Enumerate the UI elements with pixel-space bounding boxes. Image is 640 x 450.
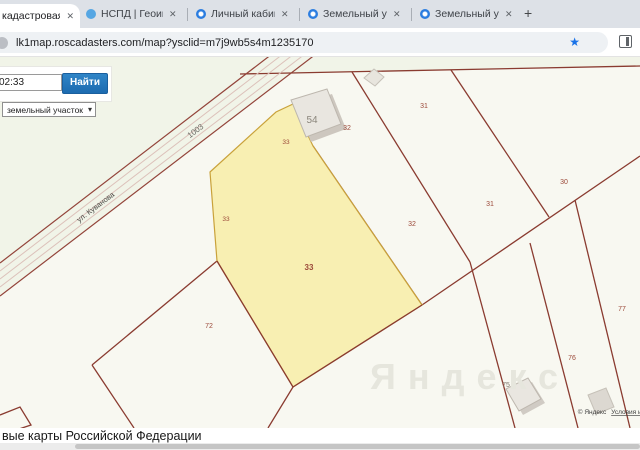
highlighted-parcel-label: 33 — [305, 263, 314, 272]
parcel-label: 32 — [408, 221, 416, 228]
tab-strip: кадастровая ка ✕ НСПД | Геоинформационн … — [0, 0, 640, 28]
building-label: 54 — [306, 115, 318, 126]
close-icon[interactable]: ✕ — [66, 11, 74, 22]
tab-title: Земельный участок, площ — [435, 8, 499, 20]
tab-title: кадастровая ка — [2, 10, 61, 22]
footer-title: вые карты Российской Федерации — [2, 429, 202, 443]
parcel-label: 72 — [205, 323, 213, 330]
site-favicon-icon — [196, 9, 206, 19]
parcel-label: 33 — [222, 216, 230, 223]
site-info-icon[interactable] — [0, 36, 8, 49]
new-tab-button[interactable]: + — [524, 5, 532, 21]
site-favicon-icon — [420, 9, 430, 19]
close-icon[interactable]: ✕ — [505, 9, 513, 20]
side-panel-icon[interactable] — [619, 35, 632, 48]
horizontal-scrollbar-thumb[interactable] — [75, 444, 640, 449]
page-footer: вые карты Российской Федерации — [0, 428, 640, 443]
watermark: Яндекс — [370, 356, 570, 397]
find-button[interactable]: Найти — [62, 73, 108, 94]
tab-cadastral-map[interactable]: кадастровая ка ✕ — [0, 4, 80, 28]
tab-land-parcel-2[interactable]: Земельный участок, площ ✕ — [420, 0, 518, 28]
cadastral-number-input[interactable] — [0, 74, 62, 91]
close-icon[interactable]: ✕ — [169, 9, 177, 20]
close-icon[interactable]: ✕ — [281, 9, 289, 20]
parcel-label: 30 — [560, 179, 568, 186]
object-type-value: земельный участок — [7, 105, 84, 115]
horizontal-scrollbar-track[interactable] — [0, 443, 640, 450]
tab-personal-account[interactable]: Личный кабинет :: Избран ✕ — [196, 0, 294, 28]
tab-title: НСПД | Геоинформационн — [101, 8, 163, 20]
object-type-select[interactable]: земельный участок ▾ — [2, 102, 96, 117]
nspd-favicon-icon — [86, 9, 96, 19]
parcel-label: 77 — [618, 306, 626, 313]
tab-land-parcel-1[interactable]: Земельный участок, площ ✕ — [308, 0, 406, 28]
tab-separator — [411, 8, 412, 21]
bookmark-star-icon[interactable]: ★ — [569, 35, 580, 49]
parcel-label: 33 — [282, 139, 290, 146]
map-copyright: © Яндекс — [578, 408, 607, 416]
tab-separator — [299, 8, 300, 21]
chevron-down-icon: ▾ — [87, 105, 92, 114]
tab-title: Земельный участок, площ — [323, 8, 387, 20]
close-icon[interactable]: ✕ — [393, 9, 401, 20]
url-input[interactable]: lk1map.roscadasters.com/map?ysclid=m7j9w… — [0, 32, 608, 53]
parcel-label: 31 — [420, 103, 428, 110]
cadastral-map[interactable]: 1003 ул. Куванова 54 32 31 30 31 32 33 33 33 72 75 76… — [0, 57, 640, 428]
tab-nspd[interactable]: НСПД | Геоинформационн ✕ — [86, 0, 182, 28]
url-text: lk1map.roscadasters.com/map?ysclid=m7j9w… — [16, 36, 314, 49]
parcel-label: 31 — [486, 201, 494, 208]
map-terms-link[interactable]: Условия ис — [611, 409, 640, 416]
parcel-label: 32 — [343, 125, 351, 132]
browser-window: кадастровая ка ✕ НСПД | Геоинформационн … — [0, 0, 640, 450]
address-bar: lk1map.roscadasters.com/map?ysclid=m7j9w… — [0, 28, 640, 57]
tab-title: Личный кабинет :: Избран — [211, 8, 275, 20]
tab-separator — [187, 8, 188, 21]
map-canvas[interactable]: 1003ул. Куванова543231303132333333727576… — [0, 57, 640, 428]
site-favicon-icon — [308, 9, 318, 19]
